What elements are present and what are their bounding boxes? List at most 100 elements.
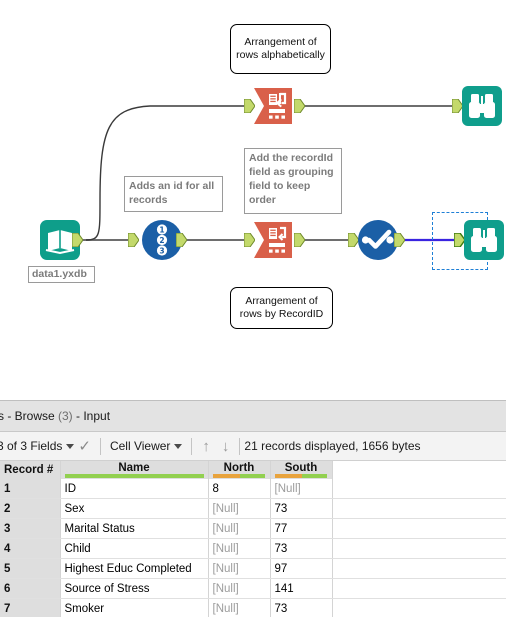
cell-north[interactable]: [Null] <box>208 558 271 579</box>
results-toolbar[interactable]: 3 of 3 Fields ✓ Cell Viewer ↑ ↓ 21 recor… <box>0 432 506 461</box>
column-header-label: South <box>284 462 318 474</box>
cell-filler <box>332 518 506 539</box>
cell-record-number[interactable]: 1 <box>0 479 61 499</box>
input-output-anchor[interactable] <box>72 233 83 247</box>
cell-viewer-label: Cell Viewer <box>109 439 171 453</box>
column-header-label: Name <box>118 462 150 474</box>
column-header-label: Record # <box>4 464 54 476</box>
cell-south[interactable]: 73 <box>270 538 333 559</box>
toolbar-divider <box>99 437 101 455</box>
transpose-tool-bottom[interactable] <box>252 218 296 262</box>
table-row[interactable]: 5 Highest Educ Completed [Null] 97 <box>0 558 506 579</box>
grid-body: 1 ID 8 [Null] 2 Sex [Null] 73 3 Marital Status [Nu… <box>0 479 506 617</box>
results-panel: lts - Browse (3) - Input 3 of 3 Fields ✓… <box>0 400 506 633</box>
svg-text:2: 2 <box>159 236 164 245</box>
transpose-top-output-anchor[interactable] <box>294 99 305 113</box>
results-title-count: (3) <box>58 409 73 423</box>
chevron-down-icon[interactable] <box>66 443 75 449</box>
column-header-name[interactable]: Name <box>60 461 209 479</box>
column-header-filler <box>332 461 506 479</box>
cell-filler <box>332 578 506 599</box>
column-header-north[interactable]: North <box>208 461 271 479</box>
cell-north[interactable]: [Null] <box>208 598 271 617</box>
cell-filler <box>332 498 506 519</box>
cell-record-number[interactable]: 3 <box>0 518 61 539</box>
annotation-input-filename[interactable]: data1.yxdb <box>28 266 95 283</box>
records-status-text: 21 records displayed, 1656 bytes <box>244 439 421 453</box>
column-type-bar <box>212 474 266 478</box>
browse-tool-selected[interactable] <box>462 218 506 262</box>
column-header-record[interactable]: Record # <box>0 461 61 479</box>
column-header-label: North <box>223 462 255 474</box>
check-icon[interactable]: ✓ <box>78 439 91 454</box>
cell-name[interactable]: Highest Educ Completed <box>60 558 209 579</box>
transpose-bottom-output-anchor[interactable] <box>294 233 305 247</box>
crosstab-output-anchor[interactable] <box>394 233 405 247</box>
table-row[interactable]: 1 ID 8 [Null] <box>0 479 506 499</box>
cell-filler <box>332 558 506 579</box>
cell-name[interactable]: Marital Status <box>60 518 209 539</box>
table-row[interactable]: 3 Marital Status [Null] 77 <box>0 518 506 539</box>
table-row[interactable]: 7 Smoker [Null] 73 <box>0 598 506 617</box>
column-type-bar <box>274 474 328 478</box>
cell-north[interactable]: [Null] <box>208 538 271 559</box>
results-title-suffix: - Input <box>72 409 111 423</box>
cell-viewer-selector[interactable]: Cell Viewer <box>105 439 187 453</box>
cell-south[interactable]: 73 <box>270 598 333 617</box>
table-row[interactable]: 2 Sex [Null] 73 <box>0 498 506 519</box>
cell-record-number[interactable]: 7 <box>0 598 61 617</box>
recordid-output-anchor[interactable] <box>176 233 187 247</box>
results-titlebar[interactable]: lts - Browse (3) - Input <box>0 401 506 432</box>
annotation-adds-an-id[interactable]: Adds an id for all records <box>124 176 223 212</box>
workflow-canvas[interactable]: 1 2 3 Arrangement of rows alphabetically… <box>0 0 506 400</box>
cell-record-number[interactable]: 2 <box>0 498 61 519</box>
cell-south[interactable]: 73 <box>270 498 333 519</box>
cell-south[interactable]: [Null] <box>270 479 333 499</box>
table-row[interactable]: 6 Source of Stress [Null] 141 <box>0 578 506 599</box>
grid-header-row: Record # Name North South <box>0 461 506 479</box>
cell-north[interactable]: [Null] <box>208 498 271 519</box>
fields-selector[interactable]: 3 of 3 Fields ✓ <box>0 439 96 454</box>
results-title-prefix: lts - Browse <box>0 409 55 423</box>
svg-text:1: 1 <box>159 226 164 235</box>
column-header-south[interactable]: South <box>270 461 333 479</box>
scroll-up-button[interactable]: ↑ <box>196 439 216 454</box>
annotation-arrangement-by-recordid[interactable]: Arrangement of rows by RecordID <box>230 287 333 329</box>
cell-south[interactable]: 141 <box>270 578 333 599</box>
cell-north[interactable]: [Null] <box>208 578 271 599</box>
cell-south[interactable]: 97 <box>270 558 333 579</box>
cell-filler <box>332 538 506 559</box>
column-type-bar <box>64 474 204 478</box>
cell-north[interactable]: 8 <box>208 479 271 499</box>
toolbar-divider <box>239 437 241 455</box>
annotation-add-recordid-grouping[interactable]: Add the recordId field as grouping field… <box>244 148 342 214</box>
cell-name[interactable]: ID <box>60 479 209 499</box>
scroll-down-button[interactable]: ↓ <box>216 439 236 454</box>
binoculars-icon <box>462 86 502 126</box>
transpose-icon <box>254 88 292 124</box>
cell-record-number[interactable]: 6 <box>0 578 61 599</box>
annotation-arrangement-alphabetical[interactable]: Arrangement of rows alphabetically <box>230 24 331 74</box>
fields-label: 3 of 3 Fields <box>0 439 63 453</box>
cell-filler <box>332 598 506 617</box>
cell-north[interactable]: [Null] <box>208 518 271 539</box>
results-grid-scroll[interactable]: Record # Name North South 1 ID 8 [Null] … <box>0 461 506 617</box>
browse-tool-top[interactable] <box>460 84 504 128</box>
results-grid: Record # Name North South 1 ID 8 [Null] … <box>0 461 506 617</box>
cell-name[interactable]: Smoker <box>60 598 209 617</box>
cell-name[interactable]: Child <box>60 538 209 559</box>
toolbar-divider <box>191 437 193 455</box>
transpose-tool-top[interactable] <box>252 84 296 128</box>
cell-record-number[interactable]: 4 <box>0 538 61 559</box>
cell-name[interactable]: Source of Stress <box>60 578 209 599</box>
chevron-down-icon[interactable] <box>174 443 183 449</box>
cell-filler <box>332 479 506 499</box>
binoculars-icon <box>464 220 504 260</box>
results-title: lts - Browse (3) - Input <box>0 409 110 423</box>
svg-text:3: 3 <box>159 247 164 256</box>
cell-south[interactable]: 77 <box>270 518 333 539</box>
table-row[interactable]: 4 Child [Null] 73 <box>0 538 506 559</box>
recordid-input-anchor[interactable] <box>128 233 139 247</box>
cell-name[interactable]: Sex <box>60 498 209 519</box>
cell-record-number[interactable]: 5 <box>0 558 61 579</box>
